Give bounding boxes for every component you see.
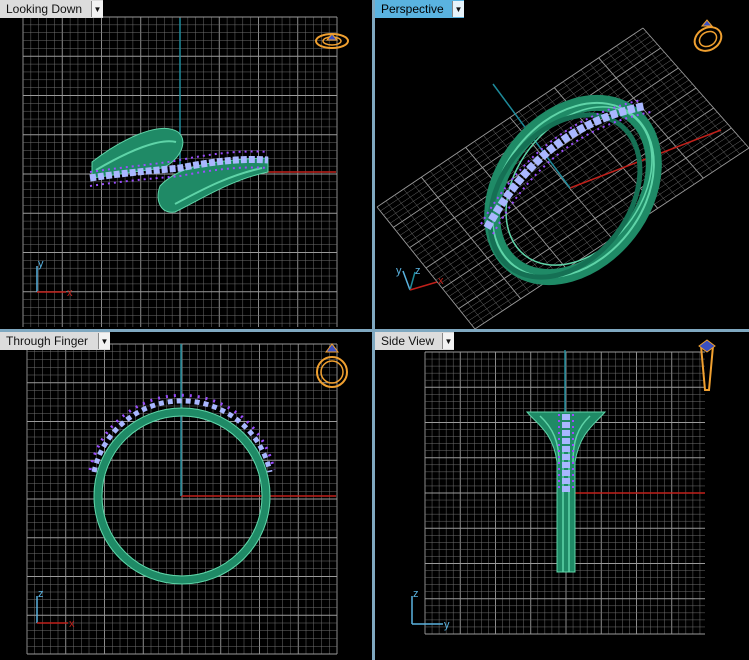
- ring-side-icon: [698, 339, 716, 391]
- axis-indicator-perspective: y z x: [396, 265, 444, 291]
- axis-label-z: z: [38, 588, 44, 600]
- viewport-tab-through-finger[interactable]: Through Finger ▼: [0, 332, 110, 350]
- viewport-tab-label: Perspective: [381, 2, 444, 16]
- viewport-tab-perspective[interactable]: Perspective ▼: [375, 0, 464, 18]
- ring-side-shape: [525, 411, 607, 573]
- viewport-tab-label: Looking Down: [6, 2, 83, 16]
- front-view-canvas[interactable]: z x: [0, 332, 372, 660]
- viewport-side-view[interactable]: z y Side View ▼: [375, 332, 749, 660]
- top-view-canvas[interactable]: y x: [0, 0, 372, 329]
- viewport-tab-side-view[interactable]: Side View ▼: [375, 332, 454, 350]
- viewport-looking-down[interactable]: y x Looking Down ▼: [0, 0, 372, 329]
- axis-indicator-side: z y: [411, 588, 450, 631]
- side-view-canvas[interactable]: z y: [375, 332, 749, 660]
- ring-top-shape: [89, 127, 269, 213]
- axis-label-x: x: [69, 618, 75, 630]
- viewport-through-finger[interactable]: z x Through Finger ▼: [0, 332, 372, 660]
- viewport-tab-label: Side View: [381, 334, 435, 348]
- axis-label-z: z: [415, 265, 421, 277]
- axis-label-z: z: [413, 588, 419, 600]
- viewport-tab-looking-down[interactable]: Looking Down ▼: [0, 0, 103, 18]
- viewport-perspective[interactable]: y z x Perspective ▼: [375, 0, 749, 329]
- front-grid: [26, 343, 338, 655]
- chevron-down-icon[interactable]: ▼: [452, 1, 464, 17]
- ring-top-icon: [315, 33, 349, 49]
- chevron-down-icon[interactable]: ▼: [91, 1, 103, 17]
- perspective-canvas[interactable]: y z x: [375, 0, 749, 329]
- axis-label-y: y: [396, 265, 402, 277]
- axis-label-y: y: [38, 258, 44, 270]
- chevron-down-icon[interactable]: ▼: [98, 333, 110, 349]
- axis-indicator-top: y x: [36, 258, 73, 299]
- axis-label-x: x: [438, 275, 444, 287]
- axis-label-x: x: [67, 287, 73, 299]
- chevron-down-icon[interactable]: ▼: [442, 333, 454, 349]
- ring-perspective-icon: [693, 19, 723, 52]
- axis-label-y: y: [444, 619, 450, 631]
- viewport-tab-label: Through Finger: [6, 334, 89, 348]
